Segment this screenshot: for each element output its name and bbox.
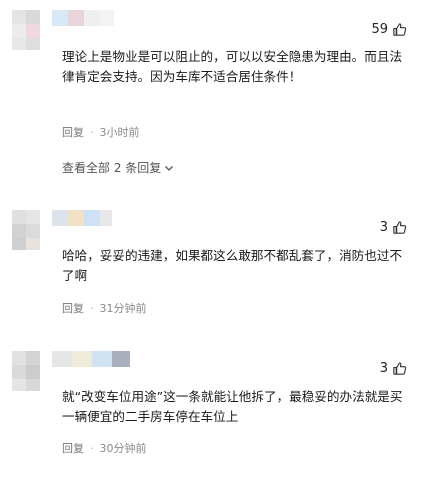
- like-count: 59: [371, 22, 388, 37]
- comment-text: 理论上是物业是可以阻止的，可以以安全隐患为理由。而且法律肯定会支持。因为车库不适…: [62, 49, 403, 84]
- comment-meta: 回复 · 3小时前: [62, 124, 140, 140]
- avatar[interactable]: [12, 351, 52, 391]
- comment-meta: 回复 · 30分钟前: [62, 440, 147, 456]
- comment-item: 59 理论上是物业是可以阻止的，可以以安全隐患为理由。而且法律肯定会支持。因为车…: [0, 0, 423, 190]
- thumbs-up-icon: [393, 221, 407, 234]
- view-all-replies-label: 查看全部 2 条回复: [62, 161, 162, 175]
- timestamp: 3小时前: [99, 126, 140, 139]
- view-all-replies-button[interactable]: 查看全部 2 条回复: [62, 159, 174, 176]
- comment-text: 就“改变车位用途”这一条就能让他拆了，最稳妥的办法就是买一辆便宜的二手房车停在车…: [62, 389, 403, 424]
- timestamp: 30分钟前: [99, 442, 147, 455]
- comment-item: 3 就“改变车位用途”这一条就能让他拆了，最稳妥的办法就是买一辆便宜的二手房车停…: [0, 339, 423, 483]
- like-button[interactable]: 59: [371, 22, 407, 37]
- avatar[interactable]: [12, 10, 52, 50]
- thumbs-up-icon: [393, 362, 407, 375]
- meta-separator: ·: [90, 301, 94, 315]
- chevron-down-icon: [165, 165, 174, 171]
- timestamp: 31分钟前: [99, 302, 147, 315]
- avatar[interactable]: [12, 210, 52, 250]
- comment-text: 哈哈，妥妥的违建，如果都这么敢那不都乱套了，消防也过不了啊: [62, 248, 403, 283]
- like-button[interactable]: 3: [380, 220, 407, 235]
- reply-button[interactable]: 回复: [62, 124, 84, 140]
- username[interactable]: [52, 10, 114, 26]
- username[interactable]: [52, 351, 132, 367]
- comment-item: 3 哈哈，妥妥的违建，如果都这么敢那不都乱套了，消防也过不了啊 回复 · 31分…: [0, 198, 423, 338]
- reply-button[interactable]: 回复: [62, 300, 84, 316]
- like-button[interactable]: 3: [380, 361, 407, 376]
- like-count: 3: [379, 220, 388, 235]
- reply-button[interactable]: 回复: [62, 440, 84, 456]
- meta-separator: ·: [90, 125, 94, 139]
- thumbs-up-icon: [393, 23, 407, 36]
- username[interactable]: [52, 210, 112, 226]
- like-count: 3: [379, 361, 388, 376]
- meta-separator: ·: [90, 441, 94, 455]
- comment-meta: 回复 · 31分钟前: [62, 300, 147, 316]
